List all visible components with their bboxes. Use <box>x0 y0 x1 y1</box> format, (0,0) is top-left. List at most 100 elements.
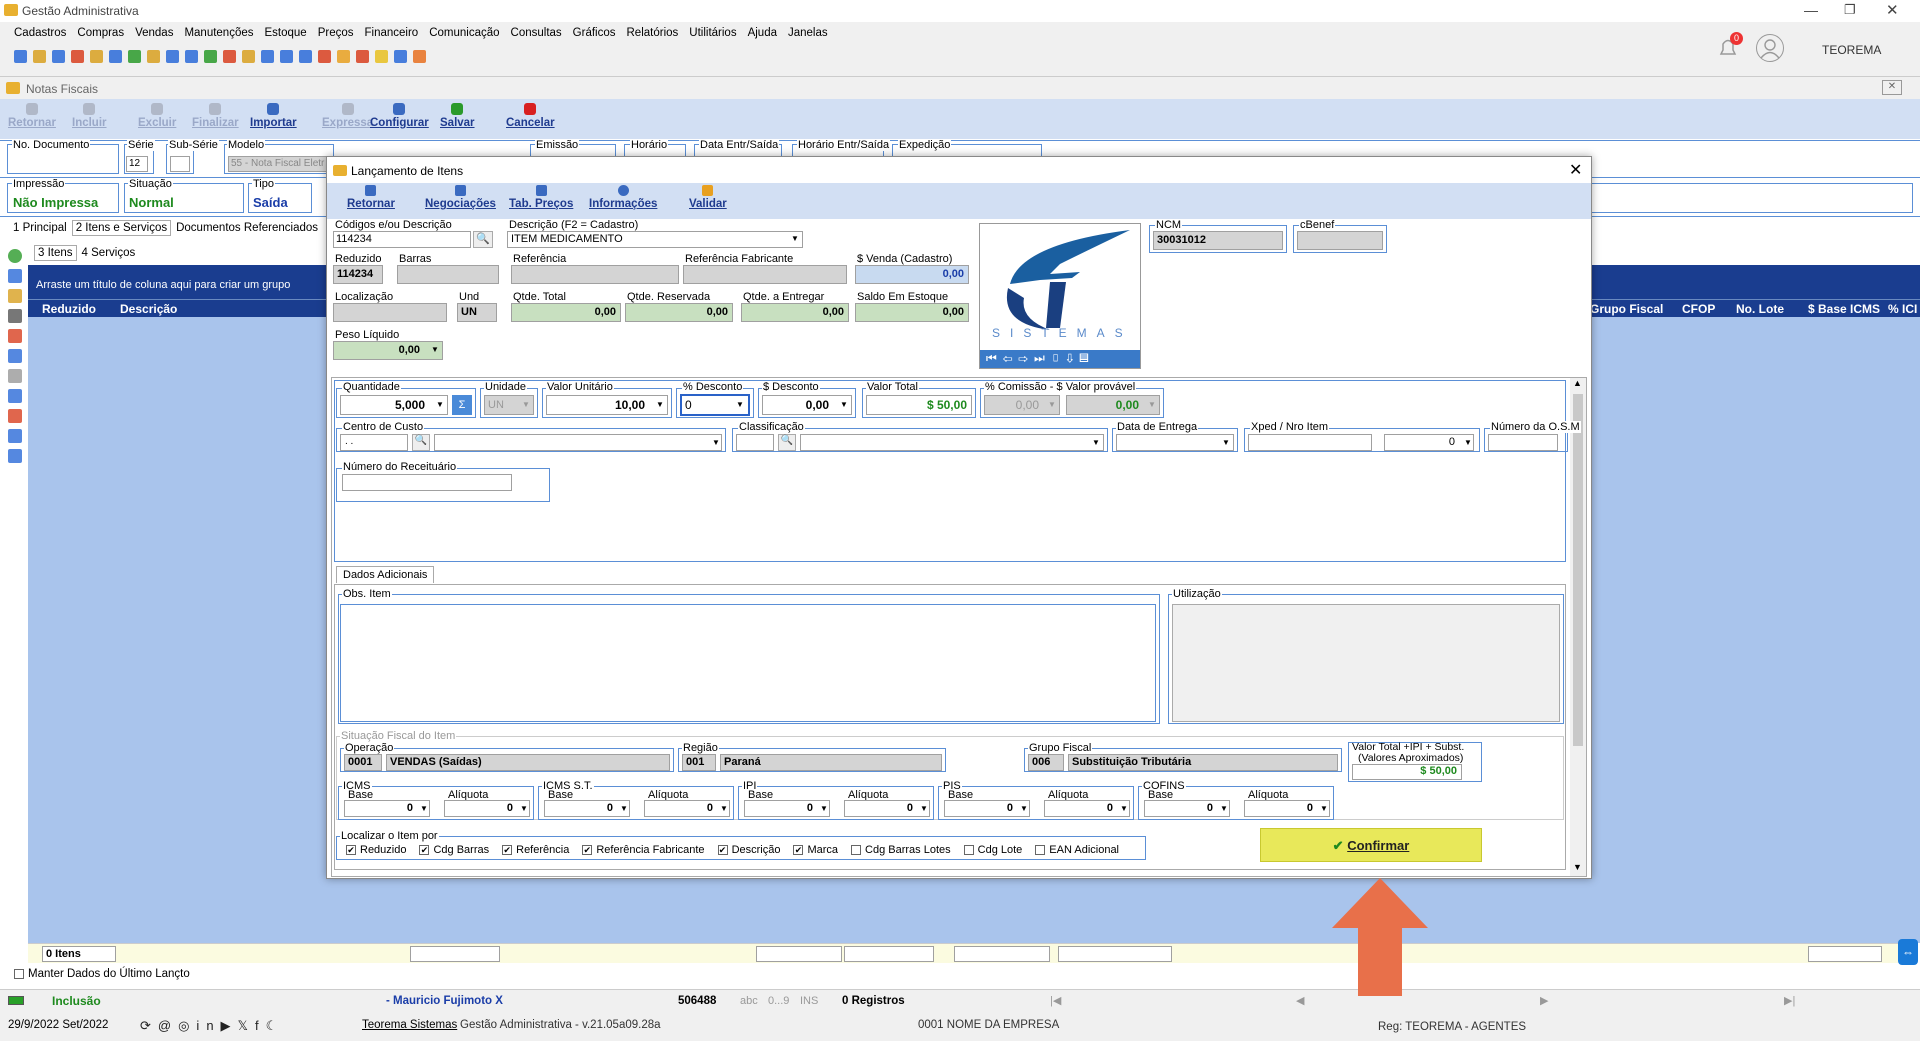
nf-close-icon[interactable]: ✕ <box>1882 80 1902 95</box>
valor-unitario-dropdown-icon[interactable]: ▼ <box>656 400 664 409</box>
tax-dropdown-icon[interactable]: ▼ <box>720 804 728 813</box>
col-grupo-fiscal[interactable]: Grupo Fiscal <box>1590 302 1663 316</box>
menu-item-9[interactable]: Gráficos <box>573 27 616 39</box>
data-entrega-field[interactable] <box>1116 434 1234 451</box>
obs-item-textarea[interactable] <box>340 604 1156 722</box>
toolbar-icon[interactable] <box>185 50 198 63</box>
sidebar-action-icon[interactable] <box>8 449 22 463</box>
tax-base-field[interactable]: 0 <box>744 800 830 817</box>
toolbar-icon[interactable] <box>90 50 103 63</box>
tax-dropdown-icon[interactable]: ▼ <box>620 804 628 813</box>
tax-base-field[interactable]: 0 <box>1144 800 1230 817</box>
localizar-option-3[interactable]: ✔ Referência Fabricante <box>582 844 705 856</box>
centro-custo-field[interactable]: . . <box>340 434 408 451</box>
toolbar-icon[interactable] <box>109 50 122 63</box>
menu-item-10[interactable]: Relatórios <box>627 27 679 39</box>
dialog-toolbar-informações[interactable]: Informações <box>589 185 657 210</box>
toolbar-icon[interactable] <box>413 50 426 63</box>
peso-dropdown-icon[interactable]: ▼ <box>431 345 439 354</box>
confirmar-button[interactable]: ✔ Confirmar <box>1260 828 1482 862</box>
modelo-field[interactable]: 55 - Nota Fiscal Eletr <box>228 156 332 172</box>
toolbar-icon[interactable] <box>261 50 274 63</box>
menu-item-0[interactable]: Cadastros <box>14 27 66 39</box>
peso-field[interactable]: 0,00 <box>333 341 443 360</box>
menu-item-13[interactable]: Janelas <box>788 27 828 39</box>
pct-desconto-dropdown-icon[interactable]: ▼ <box>736 400 744 409</box>
nf-toolbar-finalizar[interactable]: Finalizar <box>192 103 239 129</box>
tax-dropdown-icon[interactable]: ▼ <box>1120 804 1128 813</box>
nf-toolbar-configurar[interactable]: Configurar <box>370 103 429 129</box>
toolbar-icon[interactable] <box>337 50 350 63</box>
descricao-dropdown-icon[interactable]: ▼ <box>791 234 799 243</box>
tax-dropdown-icon[interactable]: ▼ <box>1320 804 1328 813</box>
receituario-field[interactable] <box>342 474 512 491</box>
grid-scroll-icon[interactable]: ⇔ <box>1898 939 1918 965</box>
nf-toolbar-excluir[interactable]: Excluir <box>138 103 176 129</box>
tax-aliquota-field[interactable]: 0 <box>644 800 730 817</box>
nf-toolbar-cancelar[interactable]: Cancelar <box>506 103 555 129</box>
menu-item-8[interactable]: Consultas <box>511 27 562 39</box>
classificacao-search-icon[interactable]: 🔍 <box>778 434 796 451</box>
toolbar-icon[interactable] <box>166 50 179 63</box>
tax-dropdown-icon[interactable]: ▼ <box>1020 804 1028 813</box>
col-icms-pct[interactable]: % ICI <box>1888 302 1917 316</box>
codigo-field[interactable]: 114234 <box>333 231 471 248</box>
toolbar-icon[interactable] <box>14 50 27 63</box>
col-cfop[interactable]: CFOP <box>1682 302 1715 316</box>
localizar-option-5[interactable]: ✔ Marca <box>793 844 838 856</box>
sidebar-action-icon[interactable] <box>8 349 22 363</box>
restore-icon[interactable]: ❐ <box>1844 2 1856 18</box>
col-base-icms[interactable]: $ Base ICMS <box>1808 302 1880 316</box>
sidebar-action-icon[interactable] <box>8 269 22 283</box>
centro-custo-desc-field[interactable] <box>434 434 722 451</box>
sidebar-action-icon[interactable] <box>8 289 22 303</box>
sidebar-action-icon[interactable] <box>8 249 22 263</box>
menu-item-7[interactable]: Comunicação <box>429 27 499 39</box>
sidebar-action-icon[interactable] <box>8 429 22 443</box>
tax-base-field[interactable]: 0 <box>344 800 430 817</box>
toolbar-icon[interactable] <box>204 50 217 63</box>
item-scrollbar[interactable]: ▲ ▼ <box>1570 378 1586 876</box>
footer-brand[interactable]: Teorema Sistemas <box>362 1019 457 1031</box>
tax-dropdown-icon[interactable]: ▼ <box>820 804 828 813</box>
localizar-option-1[interactable]: ✔ Cdg Barras <box>419 844 489 856</box>
quantidade-calc-icon[interactable]: Σ <box>452 395 472 415</box>
dialog-close-icon[interactable]: ✕ <box>1569 160 1582 180</box>
menu-item-6[interactable]: Financeiro <box>365 27 419 39</box>
dialog-toolbar-negociações[interactable]: Negociações <box>425 185 496 210</box>
tax-dropdown-icon[interactable]: ▼ <box>420 804 428 813</box>
xped-item-field[interactable]: 0 <box>1384 434 1474 451</box>
nf-toolbar-retornar[interactable]: Retornar <box>8 103 56 129</box>
tax-dropdown-icon[interactable]: ▼ <box>1220 804 1228 813</box>
tax-dropdown-icon[interactable]: ▼ <box>920 804 928 813</box>
xped-item-dropdown-icon[interactable]: ▼ <box>1464 438 1472 447</box>
nf-tab-1[interactable]: 2 Itens e Serviços <box>71 220 172 236</box>
localizar-option-4[interactable]: ✔ Descrição <box>717 844 780 856</box>
first-record-icon[interactable]: |◀ <box>1050 994 1061 1007</box>
toolbar-icon[interactable] <box>299 50 312 63</box>
sidebar-action-icon[interactable] <box>8 329 22 343</box>
centro-custo-search-icon[interactable]: 🔍 <box>412 434 430 451</box>
centro-custo-dropdown-icon[interactable]: ▼ <box>712 438 720 447</box>
localizar-option-2[interactable]: ✔ Referência <box>502 844 569 856</box>
menu-item-4[interactable]: Estoque <box>265 27 307 39</box>
nf-toolbar-expressa[interactable]: Expressa <box>322 103 373 129</box>
classificacao-field[interactable] <box>736 434 774 451</box>
menu-item-3[interactable]: Manutenções <box>184 27 253 39</box>
col-reduzido[interactable]: Reduzido <box>42 302 96 316</box>
quantidade-field[interactable]: 5,000 <box>340 395 448 415</box>
tax-base-field[interactable]: 0 <box>944 800 1030 817</box>
valor-unitario-field[interactable]: 10,00 <box>546 395 668 415</box>
toolbar-icon[interactable] <box>318 50 331 63</box>
tax-dropdown-icon[interactable]: ▼ <box>520 804 528 813</box>
dialog-toolbar-retornar[interactable]: Retornar <box>347 185 395 210</box>
toolbar-icon[interactable] <box>394 50 407 63</box>
menu-item-12[interactable]: Ajuda <box>748 27 777 39</box>
last-record-icon[interactable]: ▶| <box>1784 994 1795 1007</box>
col-descricao[interactable]: Descrição <box>120 302 177 316</box>
localizar-option-6[interactable]: Cdg Barras Lotes <box>851 844 951 856</box>
prev-record-icon[interactable]: ◀ <box>1296 994 1304 1007</box>
nf-tab-2[interactable]: Documentos Referenciados <box>173 221 321 235</box>
close-icon[interactable]: ✕ <box>1886 1 1899 19</box>
nf-subtab-1[interactable]: 4 Serviços <box>79 246 139 260</box>
